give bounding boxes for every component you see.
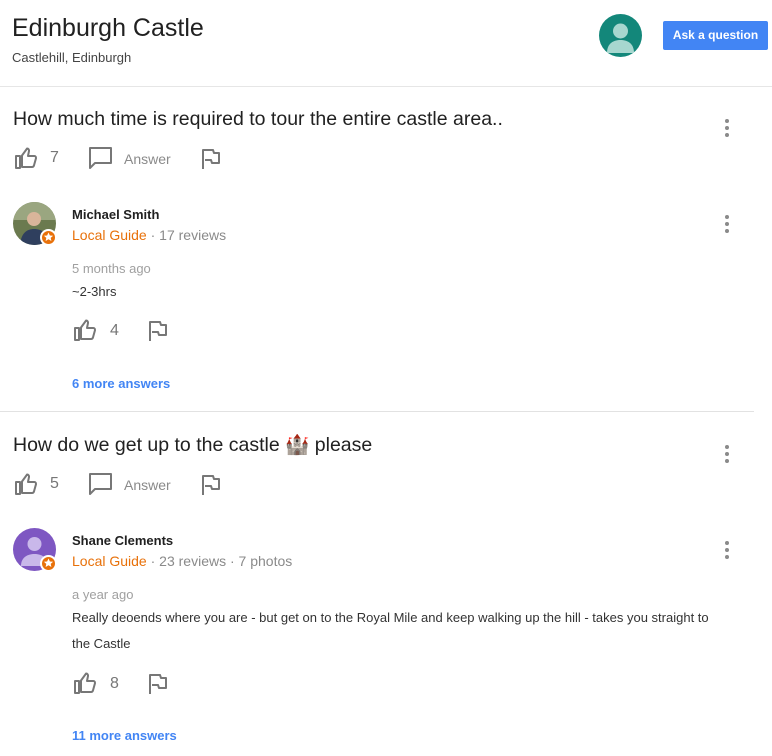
answer-flag-icon[interactable] — [147, 673, 167, 695]
meta-separator: · — [229, 553, 235, 569]
thumbs-up-icon[interactable] — [14, 472, 38, 496]
question-like-count: 5 — [50, 475, 59, 492]
answer-flag-icon[interactable] — [147, 320, 167, 342]
answer-time: a year ago — [72, 587, 134, 602]
answer-more-options-icon[interactable] — [717, 539, 737, 561]
question-card: How much time is required to tour the en… — [0, 88, 772, 412]
more-answers-link[interactable]: 11 more answers — [72, 728, 177, 744]
answer-thumbs-up-icon[interactable] — [73, 318, 97, 342]
place-title: Edinburgh Castle — [12, 14, 204, 42]
answer-like-count: 4 — [110, 322, 119, 339]
author-name[interactable]: Shane Clements — [72, 533, 173, 549]
ask-question-button[interactable]: Ask a question — [663, 21, 768, 50]
local-guide-badge-icon — [40, 229, 57, 246]
author-meta: Local Guide · 23 reviews · 7 photos — [72, 552, 292, 570]
author-name[interactable]: Michael Smith — [72, 207, 159, 223]
author-avatar[interactable] — [13, 202, 57, 246]
answer-button[interactable]: Answer — [124, 150, 171, 168]
question-like-count: 7 — [50, 149, 59, 166]
author-avatar[interactable] — [13, 528, 57, 572]
answer-like-count: 8 — [110, 675, 119, 692]
local-guide-label: Local Guide — [72, 553, 147, 569]
more-answers-link[interactable]: 6 more answers — [72, 376, 170, 392]
answer-comment-icon[interactable] — [88, 472, 113, 496]
local-guide-label: Local Guide — [72, 227, 147, 243]
thumbs-up-icon[interactable] — [14, 146, 38, 170]
flag-icon[interactable] — [200, 474, 220, 496]
answer-button[interactable]: Answer — [124, 476, 171, 494]
question-text: How much time is required to tour the en… — [13, 108, 503, 130]
review-count: 23 reviews — [159, 553, 227, 569]
place-header: Edinburgh Castle Castlehill, Edinburgh A… — [0, 0, 772, 87]
answer-text: ~2-3hrs — [72, 284, 117, 299]
question-divider — [0, 411, 754, 412]
user-avatar-icon[interactable] — [599, 14, 642, 57]
more-options-icon[interactable] — [717, 443, 737, 465]
review-count: 17 reviews — [159, 227, 227, 243]
photo-count: 7 photos — [238, 553, 293, 569]
place-address: Castlehill, Edinburgh — [12, 50, 132, 65]
question-card: How do we get up to the castle 🏰 please … — [0, 413, 772, 756]
author-meta: Local Guide · 17 reviews — [72, 226, 226, 244]
answer-time: 5 months ago — [72, 261, 151, 276]
answer-thumbs-up-icon[interactable] — [73, 671, 97, 695]
answer-comment-icon[interactable] — [88, 146, 113, 170]
flag-icon[interactable] — [200, 148, 220, 170]
meta-separator: · — [150, 553, 156, 569]
answer-text: Really deoends where you are - but get o… — [72, 610, 709, 651]
more-options-icon[interactable] — [717, 117, 737, 139]
question-text: How do we get up to the castle 🏰 please — [13, 434, 373, 456]
meta-separator: · — [150, 227, 156, 243]
answer-more-options-icon[interactable] — [717, 213, 737, 235]
local-guide-badge-icon — [40, 555, 57, 572]
